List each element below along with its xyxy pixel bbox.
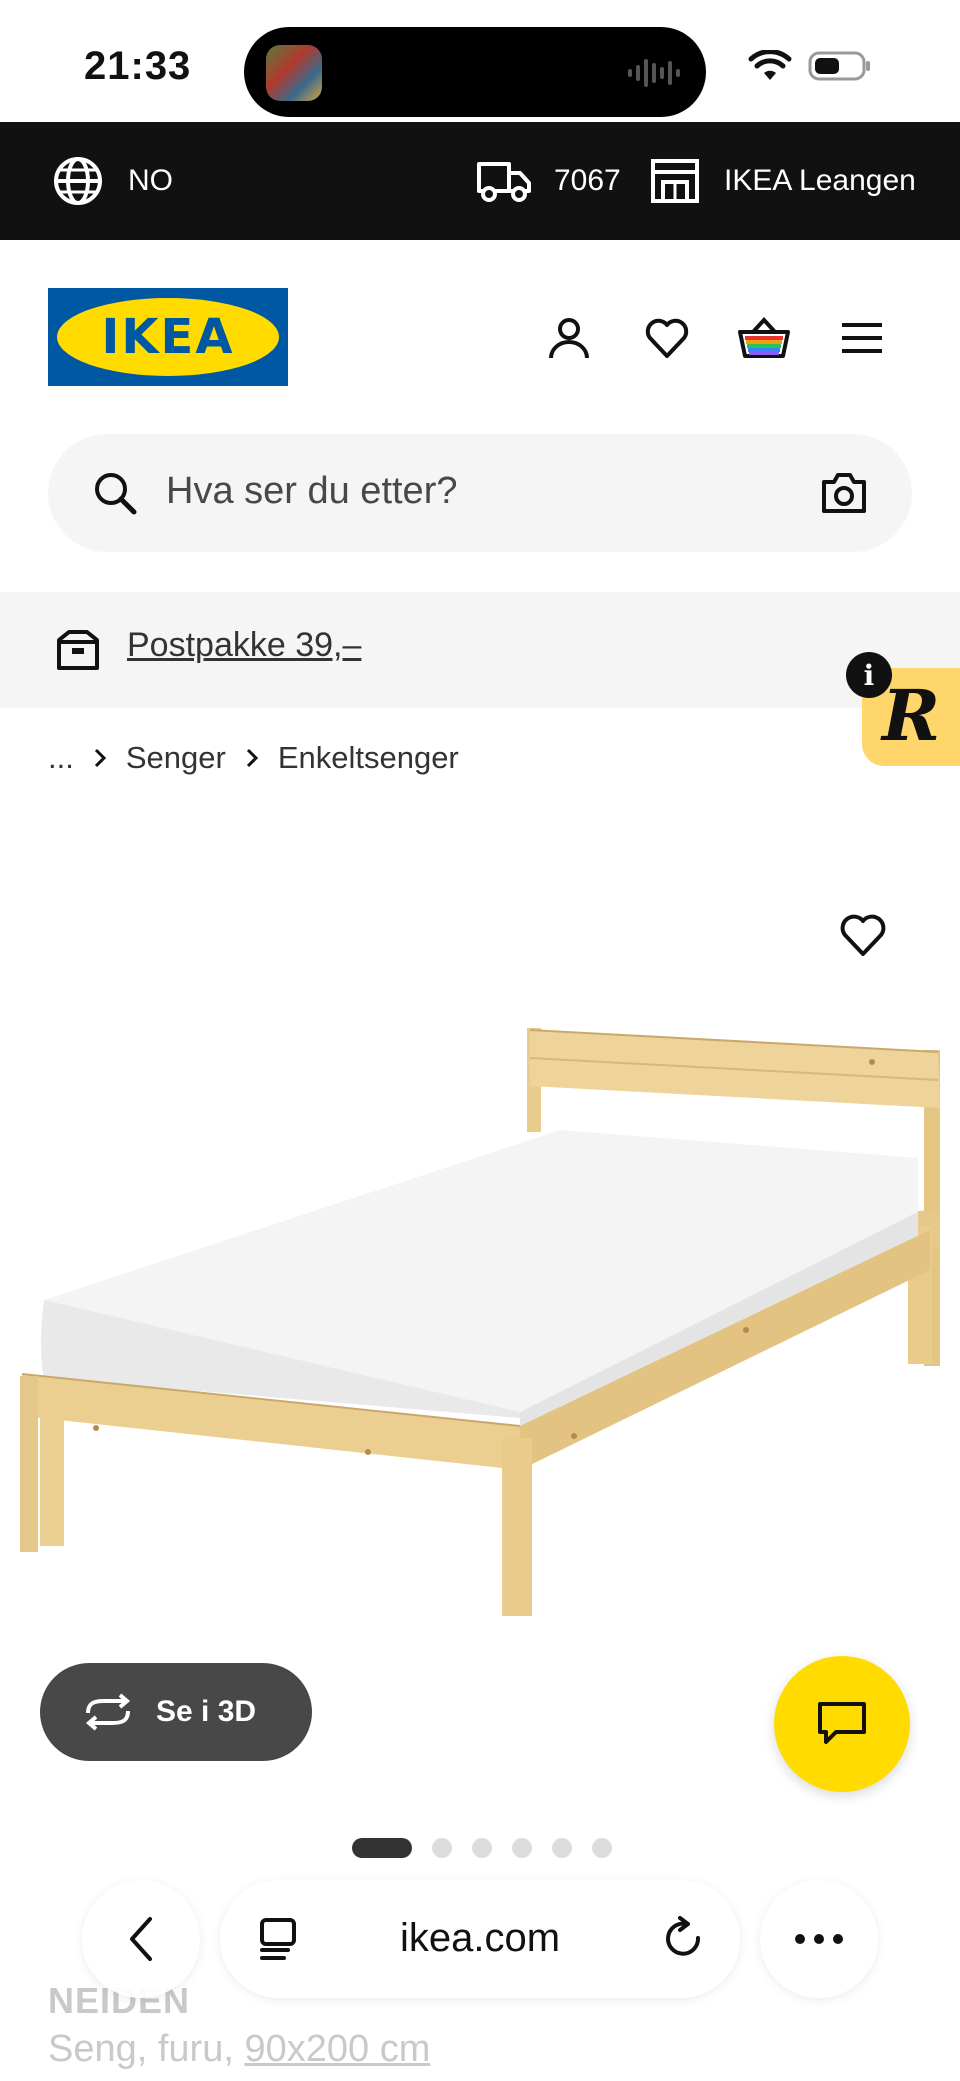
logo-text: IKEA	[101, 309, 235, 365]
breadcrumb-ellipsis[interactable]: ...	[48, 740, 74, 776]
breadcrumb: ... Senger Enkeltsenger	[48, 740, 459, 776]
wifi-icon	[748, 50, 792, 80]
logo-oval: IKEA	[57, 298, 279, 376]
carousel-dots	[352, 1838, 612, 1858]
chat-button[interactable]	[774, 1656, 910, 1792]
product-desc-text: Seng, furu,	[48, 2028, 245, 2070]
product-size-link[interactable]: 90x200 cm	[244, 2028, 430, 2070]
shipping-link[interactable]: Postpakke 39,–	[127, 626, 361, 665]
menu-icon[interactable]	[834, 310, 890, 366]
heart-icon[interactable]	[639, 310, 695, 366]
search-bar[interactable]: Hva ser du etter?	[48, 434, 912, 552]
carousel-dot-active[interactable]	[352, 1838, 412, 1858]
truck-icon	[477, 162, 531, 202]
browser-back-button[interactable]	[82, 1880, 200, 1998]
rotate-3d-icon	[85, 1693, 131, 1731]
shipping-banner: Postpakke 39,–	[0, 592, 960, 708]
breadcrumb-item[interactable]: Enkeltsenger	[278, 740, 459, 776]
status-bar: 21:33	[0, 0, 960, 122]
carousel-dot[interactable]	[472, 1838, 492, 1858]
chevron-left-icon	[130, 1917, 152, 1961]
browser-address-bar[interactable]: ikea.com	[220, 1880, 740, 1998]
carousel-dot[interactable]	[432, 1838, 452, 1858]
dynamic-island[interactable]	[244, 27, 706, 117]
chevron-right-icon	[94, 748, 106, 768]
chat-icon	[818, 1702, 866, 1744]
view-3d-label: Se i 3D	[156, 1695, 257, 1728]
user-icon[interactable]	[541, 310, 597, 366]
more-icon	[795, 1934, 843, 1944]
product-image[interactable]	[0, 820, 960, 1640]
camera-search-icon[interactable]	[820, 470, 868, 516]
reload-icon[interactable]	[662, 1916, 706, 1962]
product-description: Seng, furu, 90x200 cm	[48, 2028, 430, 2071]
chevron-right-icon	[246, 748, 258, 768]
review-logo: R	[882, 674, 941, 757]
ikea-logo[interactable]: IKEA	[48, 288, 288, 386]
audio-wave-icon	[628, 59, 680, 87]
store-label: IKEA Leangen	[724, 164, 916, 197]
carousel-dot[interactable]	[592, 1838, 612, 1858]
delivery-postcode[interactable]: 7067	[476, 122, 621, 240]
carousel-dot[interactable]	[552, 1838, 572, 1858]
browser-more-button[interactable]	[760, 1880, 878, 1998]
status-time: 21:33	[84, 44, 192, 88]
now-playing-thumbnail	[266, 45, 322, 101]
basket-icon[interactable]	[736, 310, 792, 366]
store-icon	[651, 159, 699, 203]
battery-icon	[808, 51, 870, 81]
top-bar: NO 7067 IKEA Leangen	[0, 122, 960, 240]
carousel-dot[interactable]	[512, 1838, 532, 1858]
globe-icon	[54, 157, 102, 205]
breadcrumb-item[interactable]: Senger	[126, 740, 226, 776]
add-to-favourites-icon[interactable]	[838, 910, 888, 960]
view-3d-button[interactable]: Se i 3D	[40, 1663, 312, 1761]
postcode-label: 7067	[554, 164, 621, 197]
header: IKEA	[0, 240, 960, 410]
language-selector[interactable]: NO	[52, 122, 173, 240]
status-icons	[748, 50, 872, 82]
language-label: NO	[128, 164, 173, 197]
store-selector[interactable]: IKEA Leangen	[650, 122, 916, 240]
info-icon[interactable]: i	[846, 652, 892, 698]
search-icon	[95, 473, 137, 515]
search-input[interactable]: Hva ser du etter?	[166, 470, 457, 513]
parcel-icon	[57, 630, 99, 670]
